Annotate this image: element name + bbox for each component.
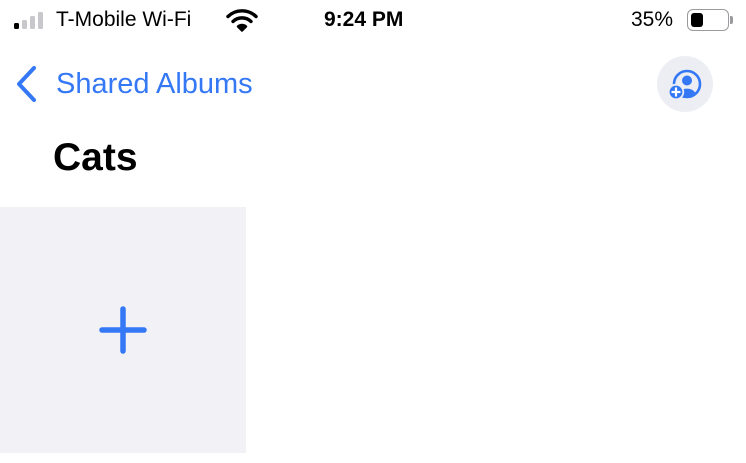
signal-bar <box>38 12 43 29</box>
battery-icon <box>687 9 735 31</box>
back-button-label: Shared Albums <box>56 68 253 100</box>
add-photo-tile[interactable] <box>0 207 246 453</box>
chevron-left-icon <box>14 62 44 106</box>
battery-body <box>687 9 729 31</box>
plus-icon <box>98 305 148 355</box>
signal-bar <box>22 20 27 29</box>
battery-cap <box>730 16 733 24</box>
cellular-signal-icon <box>14 11 48 29</box>
battery-percentage: 35% <box>631 8 674 31</box>
page-title: Cats <box>53 136 138 179</box>
wifi-icon <box>226 8 258 32</box>
carrier-name: T-Mobile Wi-Fi <box>56 8 192 31</box>
status-bar: T-Mobile Wi-Fi 9:24 PM 35% <box>0 0 746 40</box>
signal-bar <box>30 16 35 29</box>
signal-bar <box>14 23 19 29</box>
status-time: 9:24 PM <box>324 8 404 31</box>
add-person-button[interactable] <box>657 56 713 112</box>
add-person-icon <box>665 64 705 104</box>
back-button[interactable]: Shared Albums <box>14 62 253 106</box>
battery-level-fill <box>691 13 703 27</box>
